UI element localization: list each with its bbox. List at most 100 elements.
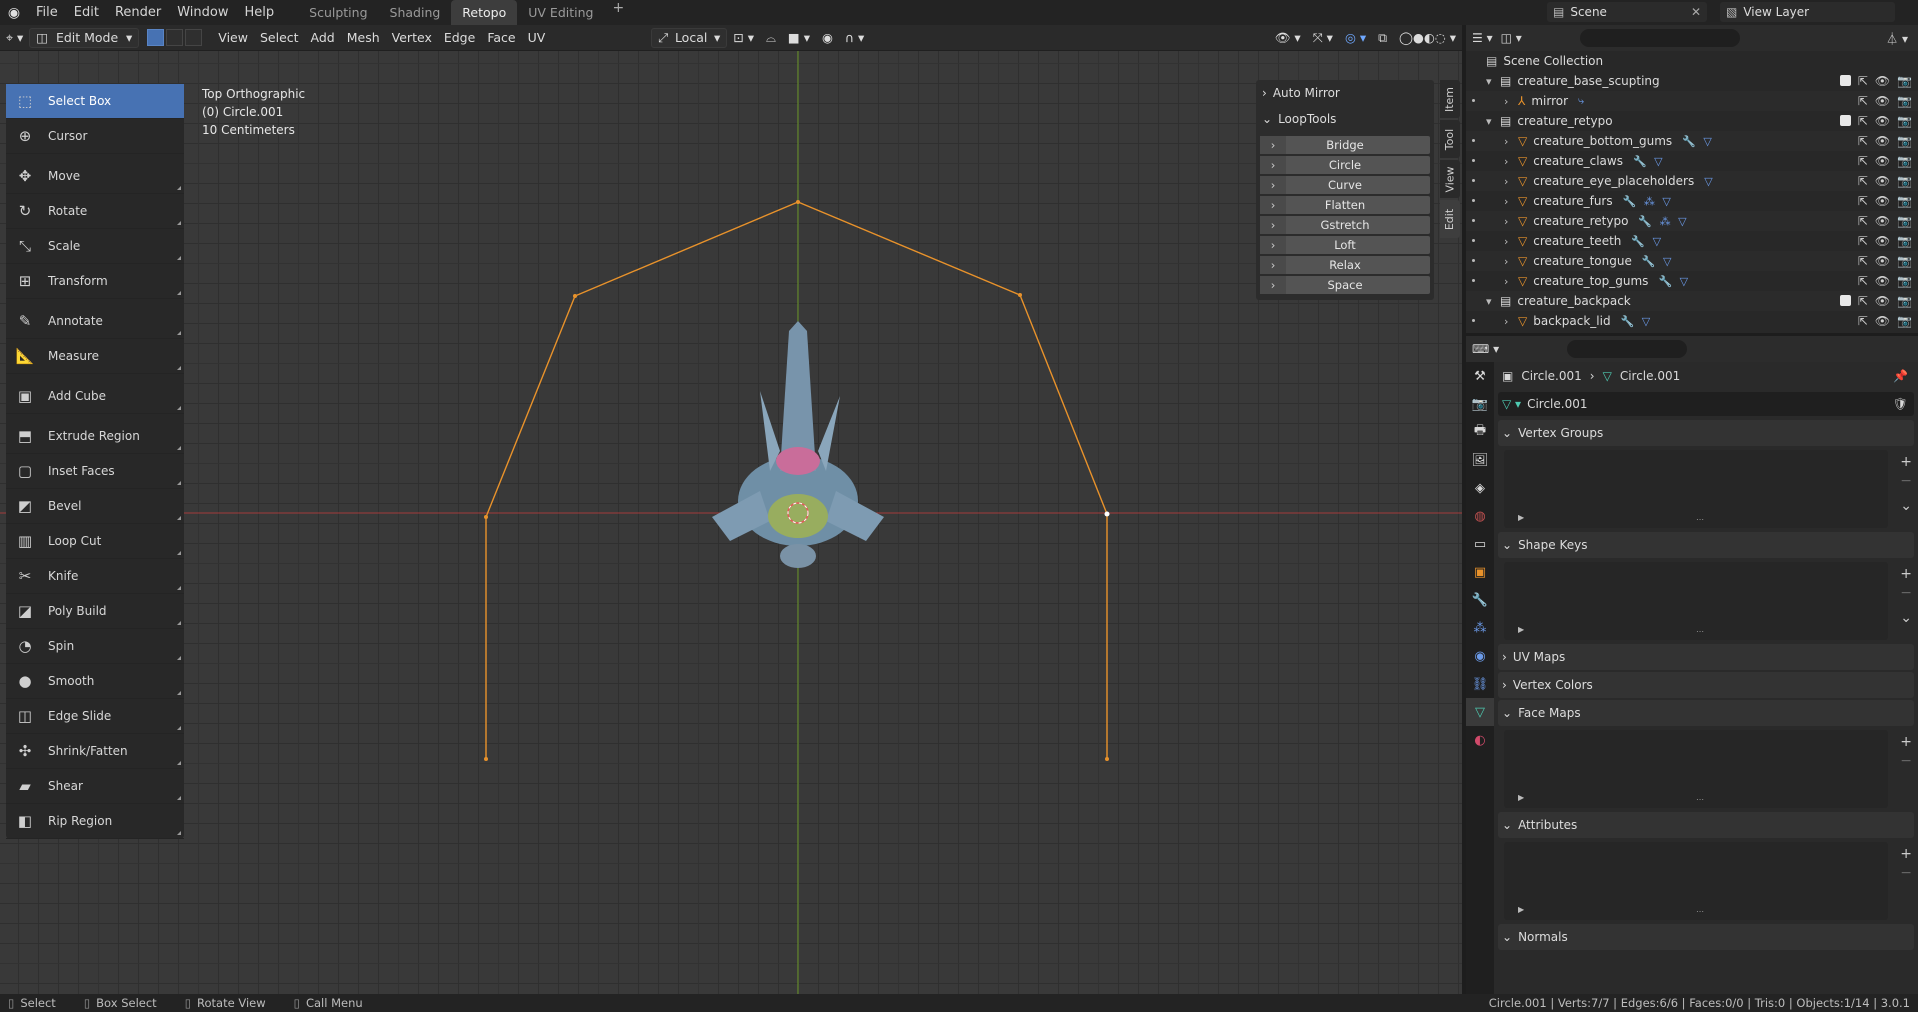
select-toggle-icon[interactable]: ⇱ <box>1858 214 1868 228</box>
tool-smooth[interactable]: ● Smooth <box>6 664 184 699</box>
exclude-checkbox[interactable] <box>1839 295 1851 306</box>
menu-item-edit[interactable]: Edit <box>66 0 107 25</box>
chevron-down-icon[interactable]: ⌄ <box>1900 610 1912 626</box>
chevron-right-icon[interactable]: › <box>1504 315 1518 328</box>
hide-eye-icon[interactable]: 👁 <box>1875 174 1890 188</box>
pivot-dropdown[interactable]: ⊡ ▾ <box>727 28 760 48</box>
tab-shading[interactable]: Shading <box>379 0 452 25</box>
select-toggle-icon[interactable]: ⇱ <box>1858 94 1868 108</box>
physics-tab-icon[interactable]: ◉ <box>1466 642 1494 670</box>
viewport-menu-add[interactable]: Add <box>305 28 341 48</box>
tool-edge-slide[interactable]: ◫ Edge Slide <box>6 699 184 734</box>
section-uv-maps[interactable]: › UV Maps <box>1498 644 1914 670</box>
select-toggle-icon[interactable]: ⇱ <box>1858 194 1868 208</box>
chevron-right-icon[interactable]: › <box>1504 135 1518 148</box>
section-vertex-groups[interactable]: ⌄ Vertex Groups <box>1498 420 1914 446</box>
render-camera-icon[interactable]: 📷 <box>1897 174 1912 188</box>
hide-eye-icon[interactable]: 👁 <box>1875 234 1890 248</box>
mode-dropdown[interactable]: ◫ Edit Mode ▾ <box>29 27 140 48</box>
add-icon[interactable]: + <box>1900 566 1912 582</box>
overlay-icon[interactable]: ◎ ▾ <box>1339 28 1372 48</box>
viewport-menu-edge[interactable]: Edge <box>438 28 481 48</box>
chevron-right-icon[interactable]: › <box>1260 256 1286 274</box>
tool-extrude-region[interactable]: ⬒ Extrude Region <box>6 419 184 454</box>
visibility-icon[interactable]: 👁 ▾ <box>1269 28 1307 48</box>
list-box[interactable]: ▶ ⋯ <box>1504 562 1888 640</box>
collection-tab-icon[interactable]: ▭ <box>1466 530 1494 558</box>
outliner-search-input[interactable] <box>1579 29 1740 47</box>
viewport-menu-mesh[interactable]: Mesh <box>341 28 386 48</box>
looptools-header[interactable]: ⌄ LoopTools <box>1256 106 1434 132</box>
resize-grip-icon[interactable]: ⋯ <box>1696 515 1704 524</box>
hide-eye-icon[interactable]: 👁 <box>1875 314 1890 328</box>
select-toggle-icon[interactable]: ⇱ <box>1858 274 1868 288</box>
editor-type-button[interactable]: ⌖ ▾ <box>0 28 29 48</box>
vertex-select-button[interactable] <box>147 29 165 46</box>
select-toggle-icon[interactable]: ⇱ <box>1858 234 1868 248</box>
tool-rip-region[interactable]: ◧ Rip Region <box>6 804 184 839</box>
tool-knife[interactable]: ✂ Knife <box>6 559 184 594</box>
outliner-row[interactable]: › ▽ backpack_lid 🔧 ▽ ⇱ 👁 📷 <box>1466 311 1918 331</box>
render-camera-icon[interactable]: 📷 <box>1897 194 1912 208</box>
vertex[interactable] <box>1105 757 1109 761</box>
chevron-right-icon[interactable]: › <box>1260 276 1286 294</box>
menu-item-window[interactable]: Window <box>169 0 236 25</box>
resize-grip-icon[interactable]: ⋯ <box>1696 907 1704 916</box>
modifier-tab-icon[interactable]: 🔧 <box>1466 586 1494 614</box>
tab-uv-editing[interactable]: UV Editing <box>517 0 604 25</box>
chevron-right-icon[interactable]: › <box>1504 95 1518 108</box>
material-tab-icon[interactable]: ◐ <box>1466 726 1494 754</box>
render-camera-icon[interactable]: 📷 <box>1897 114 1912 128</box>
vertex[interactable] <box>1018 293 1022 297</box>
remove-icon[interactable]: − <box>1900 473 1912 489</box>
expand-triangle-icon[interactable]: ▶ <box>1518 793 1524 802</box>
looptools-loft-button[interactable]: › Loft <box>1260 236 1430 254</box>
chevron-right-icon[interactable]: › <box>1504 175 1518 188</box>
hide-eye-icon[interactable]: 👁 <box>1875 214 1890 228</box>
output-tab-icon[interactable]: 🖶 <box>1466 418 1494 446</box>
expand-triangle-icon[interactable]: ▶ <box>1518 513 1524 522</box>
remove-icon[interactable]: − <box>1900 865 1912 881</box>
hide-eye-icon[interactable]: 👁 <box>1875 274 1890 288</box>
vertex[interactable] <box>484 515 488 519</box>
pin-icon[interactable]: 📌 <box>1893 369 1908 383</box>
render-camera-icon[interactable]: 📷 <box>1897 94 1912 108</box>
object-tab-icon[interactable]: ▣ <box>1466 558 1494 586</box>
chevron-right-icon[interactable]: › <box>1504 215 1518 228</box>
hide-eye-icon[interactable]: 👁 <box>1875 114 1890 128</box>
add-icon[interactable]: + <box>1900 846 1912 862</box>
render-camera-icon[interactable]: 📷 <box>1897 154 1912 168</box>
render-camera-icon[interactable]: 📷 <box>1897 314 1912 328</box>
render-tab-icon[interactable]: 📷 <box>1466 390 1494 418</box>
viewport-menu-select[interactable]: Select <box>254 28 305 48</box>
remove-icon[interactable]: − <box>1900 585 1912 601</box>
viewport-menu-vertex[interactable]: Vertex <box>386 28 438 48</box>
section-normals[interactable]: ⌄ Normals <box>1498 924 1914 950</box>
viewport-menu-view[interactable]: View <box>212 28 254 48</box>
hide-eye-icon[interactable]: 👁 <box>1875 294 1890 308</box>
tool-move[interactable]: ✥ Move <box>6 159 184 194</box>
add-workspace-button[interactable]: + <box>604 0 632 25</box>
resize-grip-icon[interactable]: ⋯ <box>1696 627 1704 636</box>
chevron-right-icon[interactable]: › <box>1504 155 1518 168</box>
chevron-right-icon[interactable]: › <box>1260 176 1286 194</box>
proportional-edit-toggle[interactable]: ◉ <box>816 28 839 48</box>
sidebar-tab-item[interactable]: Item <box>1440 80 1460 118</box>
scene-collection-row[interactable]: ▤ Scene Collection <box>1466 51 1918 71</box>
add-icon[interactable]: + <box>1900 734 1912 750</box>
sidebar-tab-edit[interactable]: Edit <box>1440 200 1460 238</box>
menu-item-file[interactable]: File <box>28 0 66 25</box>
looptools-curve-button[interactable]: › Curve <box>1260 176 1430 194</box>
tool-poly-build[interactable]: ◪ Poly Build <box>6 594 184 629</box>
hide-eye-icon[interactable]: 👁 <box>1875 134 1890 148</box>
render-camera-icon[interactable]: 📷 <box>1897 294 1912 308</box>
sidebar-tab-tool[interactable]: Tool <box>1440 120 1460 158</box>
select-toggle-icon[interactable]: ⇱ <box>1858 174 1868 188</box>
select-toggle-icon[interactable]: ⇱ <box>1858 114 1868 128</box>
viewport-menu-uv[interactable]: UV <box>522 28 552 48</box>
shading-modes[interactable]: ◯●◐◌ ▾ <box>1393 28 1462 48</box>
remove-icon[interactable]: − <box>1900 753 1912 769</box>
filter-icon[interactable]: ⏃ ▾ <box>1886 30 1908 47</box>
chevron-right-icon[interactable]: › <box>1504 195 1518 208</box>
tool-select-box[interactable]: ⬚ Select Box <box>6 84 184 119</box>
